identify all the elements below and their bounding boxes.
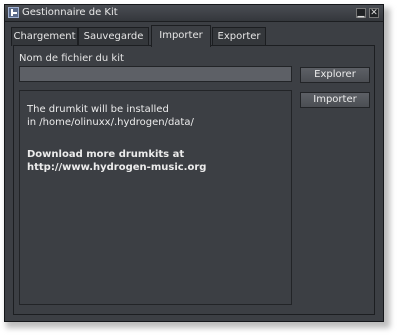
browse-button[interactable]: Explorer — [300, 67, 370, 83]
tab-chargement[interactable]: Chargement — [11, 27, 78, 46]
tab-importer[interactable]: Importer — [151, 25, 211, 47]
filename-label: Nom de fichier du kit — [19, 53, 124, 64]
download-url[interactable]: http://www.hydrogen-music.org — [27, 162, 206, 173]
close-icon[interactable]: ✕ — [369, 8, 379, 18]
install-info-box: The drumkit will be installed in /home/o… — [19, 90, 292, 305]
drumkit-manager-window: Gestionnaire de Kit ▁ ✕ Chargement Sauve… — [4, 4, 384, 322]
title-bar[interactable]: Gestionnaire de Kit ▁ ✕ — [5, 5, 383, 22]
hydrogen-app-icon — [8, 7, 19, 18]
install-info-line-1: The drumkit will be installed — [27, 104, 169, 115]
install-info-line-2: in /home/olinuxx/.hydrogen/data/ — [27, 117, 194, 128]
window-title: Gestionnaire de Kit — [22, 7, 118, 18]
tab-exporter[interactable]: Exporter — [212, 27, 266, 46]
tab-sauvegarde[interactable]: Sauvegarde — [78, 27, 149, 46]
download-info-line-1: Download more drumkits at — [27, 149, 185, 160]
filename-input[interactable] — [19, 66, 292, 82]
minimize-icon[interactable]: ▁ — [356, 8, 366, 18]
import-button[interactable]: Importer — [300, 92, 370, 108]
